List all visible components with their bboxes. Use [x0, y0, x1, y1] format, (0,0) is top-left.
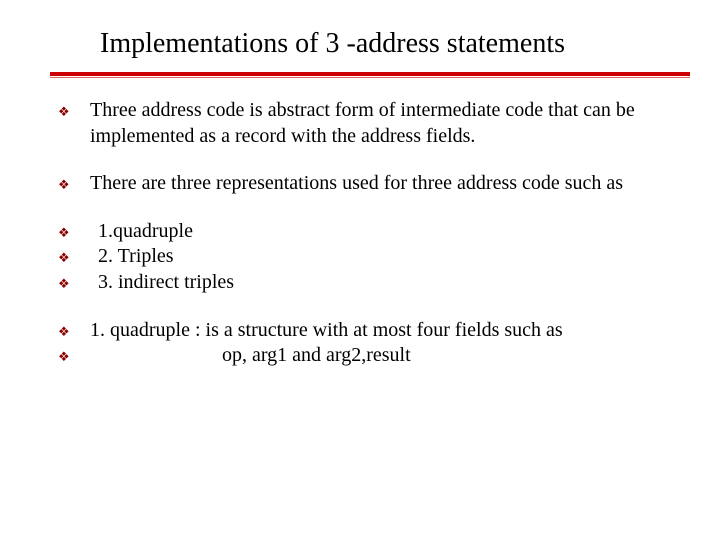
bullet-group-quadruple: ❖ 1. quadruple : is a structure with at …: [58, 318, 670, 369]
bullet-text-3: 1.quadruple: [90, 219, 670, 245]
diamond-bullet-icon: ❖: [58, 225, 70, 242]
bullet-text-7: op, arg1 and arg2,result: [90, 343, 670, 369]
title-divider: [50, 72, 690, 76]
bullet-text-4: 2. Triples: [90, 244, 670, 270]
bullet-item-6: ❖ 1. quadruple : is a structure with at …: [58, 318, 670, 344]
bullet-item-4: ❖ 2. Triples: [58, 244, 670, 270]
bullet-text-6-line1: 1. quadruple : is a structure with at mo…: [90, 318, 670, 344]
slide-container: Implementations of 3 -address statements…: [0, 0, 720, 540]
bullet-text-7-line2: op, arg1 and arg2,result: [90, 343, 670, 369]
diamond-bullet-icon: ❖: [58, 250, 70, 267]
bullet-item-1: ❖ Three address code is abstract form of…: [58, 98, 670, 149]
bullet-text-6: 1. quadruple : is a structure with at mo…: [90, 318, 670, 344]
diamond-bullet-icon: ❖: [58, 276, 70, 293]
bullet-list: ❖ Three address code is abstract form of…: [50, 98, 670, 369]
diamond-bullet-icon: ❖: [58, 104, 70, 121]
bullet-text-1: Three address code is abstract form of i…: [90, 98, 670, 149]
bullet-item-3: ❖ 1.quadruple: [58, 219, 670, 245]
bullet-item-7: ❖ op, arg1 and arg2,result: [58, 343, 670, 369]
bullet-item-2: ❖ There are three representations used f…: [58, 171, 670, 197]
diamond-bullet-icon: ❖: [58, 324, 70, 341]
diamond-bullet-icon: ❖: [58, 177, 70, 194]
bullet-text-5: 3. indirect triples: [90, 270, 670, 296]
slide-title: Implementations of 3 -address statements: [100, 28, 670, 60]
diamond-bullet-icon: ❖: [58, 349, 70, 366]
bullet-text-2: There are three representations used for…: [90, 171, 670, 197]
bullet-group-representations: ❖ 1.quadruple ❖ 2. Triples ❖ 3. indirect…: [58, 219, 670, 296]
bullet-item-5: ❖ 3. indirect triples: [58, 270, 670, 296]
